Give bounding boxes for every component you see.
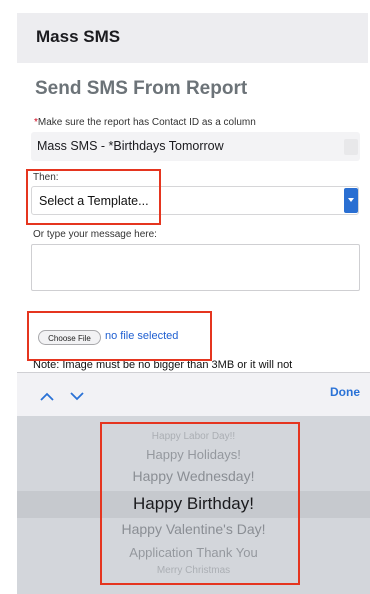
message-textarea[interactable]	[31, 244, 360, 291]
required-note: *Make sure the report has Contact ID as …	[34, 117, 256, 128]
template-highlight	[26, 169, 161, 225]
file-highlight	[27, 311, 212, 361]
picker-highlight	[100, 422, 300, 585]
report-select-value: Mass SMS - *Birthdays Tomorrow	[37, 139, 224, 153]
done-button[interactable]: Done	[330, 385, 360, 399]
app-title: Mass SMS	[36, 27, 121, 46]
page-title: Send SMS From Report	[35, 78, 248, 99]
chevron-up-icon[interactable]	[40, 389, 54, 404]
chevron-down-icon[interactable]	[70, 389, 84, 404]
required-note-text: Make sure the report has Contact ID as a…	[37, 117, 256, 128]
template-select-arrow-icon[interactable]	[344, 188, 358, 213]
message-label: Or type your message here:	[33, 229, 157, 240]
report-select-arrow-icon[interactable]	[344, 139, 358, 155]
